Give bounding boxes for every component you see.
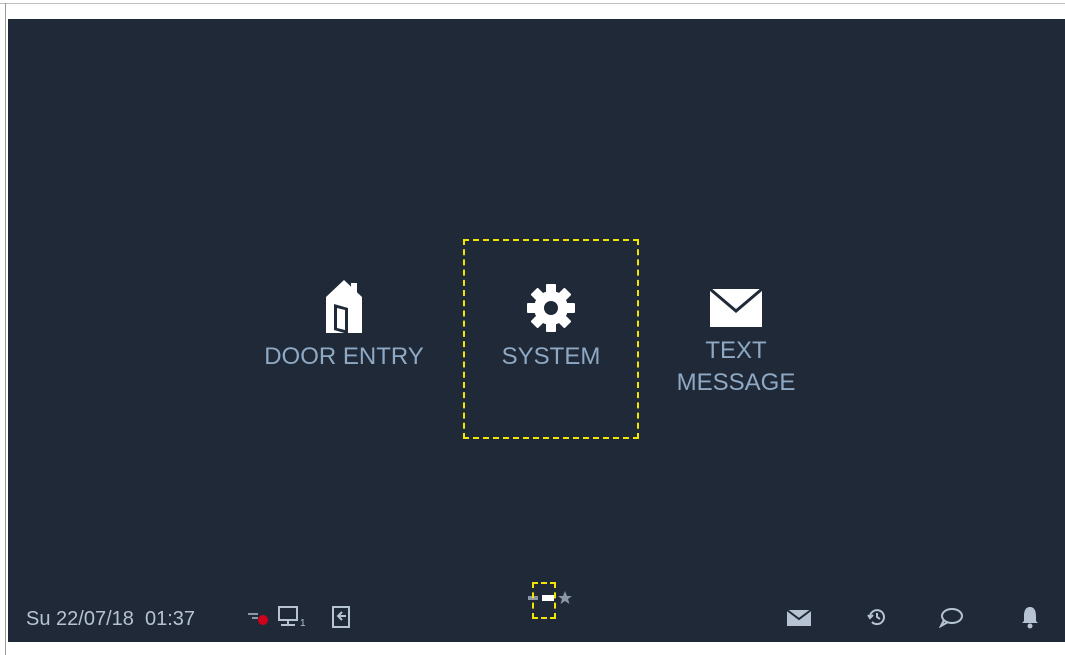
recording-indicator-icon [248,613,268,625]
bell-icon[interactable] [1020,605,1040,629]
date-text: Su 22/07/18 [26,608,134,630]
chat-bubble-icon[interactable] [938,606,964,628]
status-bar: Su 22/07/18 01:37 1 [8,592,1065,642]
monitor-1-icon: 1 [278,606,306,628]
envelope-icon [709,287,763,327]
system-button[interactable]: SYSTEM [463,239,639,439]
door-entry-label: DOOR ENTRY [264,343,424,370]
history-icon[interactable] [866,606,888,628]
home-screen: DOOR ENTRY SYSTEM TEXT MESSAGE Su 22/07/… [8,19,1065,642]
window-left-border [5,3,6,655]
svg-text:1: 1 [300,618,306,628]
time-text: 01:37 [145,608,196,630]
text-message-button[interactable]: TEXT MESSAGE [636,287,836,399]
mail-icon[interactable] [786,609,812,627]
system-label: SYSTEM [501,343,601,370]
exit-door-icon[interactable] [330,606,352,628]
gear-icon [527,284,575,332]
date-time: Su 22/07/18 01:37 [26,608,195,631]
text-message-label-line2: MESSAGE [676,369,796,396]
window-top-border [0,3,1065,4]
door-entry-button[interactable]: DOOR ENTRY [244,277,444,373]
text-message-label-line1: TEXT [705,337,767,364]
house-door-icon [326,280,362,334]
